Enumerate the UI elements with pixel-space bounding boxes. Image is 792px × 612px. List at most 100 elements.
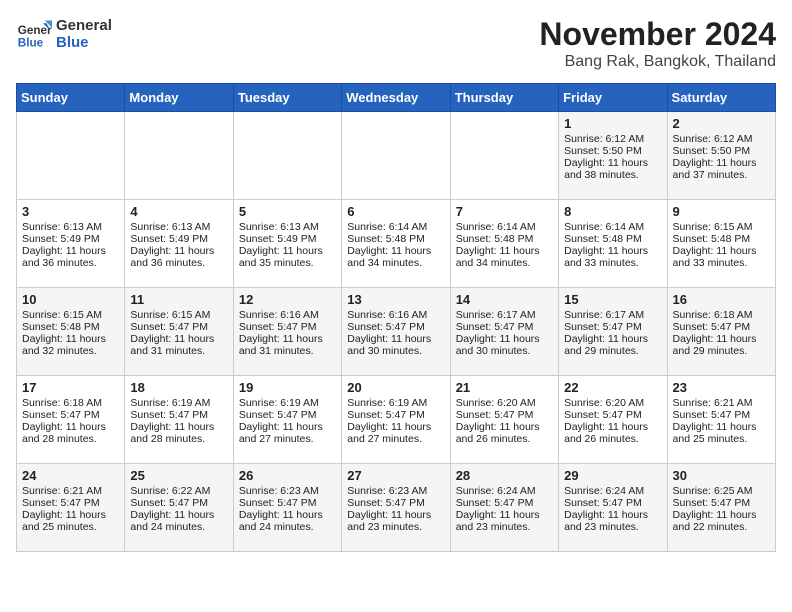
calendar-cell: 17Sunrise: 6:18 AMSunset: 5:47 PMDayligh…	[17, 376, 125, 464]
week-row-0: 1Sunrise: 6:12 AMSunset: 5:50 PMDaylight…	[17, 112, 776, 200]
cell-info: Sunset: 5:47 PM	[347, 409, 444, 421]
day-number: 20	[347, 380, 444, 395]
day-number: 19	[239, 380, 336, 395]
cell-info: Daylight: 11 hours and 24 minutes.	[130, 509, 227, 533]
cell-info: Sunrise: 6:21 AM	[673, 397, 770, 409]
calendar-cell	[342, 112, 450, 200]
cell-info: Sunrise: 6:14 AM	[347, 221, 444, 233]
header-cell-thursday: Thursday	[450, 84, 558, 112]
cell-info: Sunrise: 6:15 AM	[22, 309, 119, 321]
day-number: 2	[673, 116, 770, 131]
cell-info: Sunrise: 6:19 AM	[130, 397, 227, 409]
day-number: 5	[239, 204, 336, 219]
cell-info: Daylight: 11 hours and 28 minutes.	[130, 421, 227, 445]
cell-info: Sunrise: 6:15 AM	[130, 309, 227, 321]
calendar-cell: 24 Sunrise: 6:21 AMSunset: 5:47 PMDayligh…	[17, 464, 125, 552]
day-number: 17	[22, 380, 119, 395]
calendar-cell: 11Sunrise: 6:15 AMSunset: 5:47 PMDayligh…	[125, 288, 233, 376]
day-number: 22	[564, 380, 661, 395]
cell-info: Sunset: 5:47 PM	[239, 497, 336, 509]
cell-info: Sunset: 5:47 PM	[673, 409, 770, 421]
cell-info: Sunset: 5:47 PM	[239, 321, 336, 333]
calendar-cell: 9Sunrise: 6:15 AMSunset: 5:48 PMDaylight…	[667, 200, 775, 288]
week-row-4: 24Sunrise: 6:21 AMSunset: 5:47 PMDayligh…	[17, 464, 776, 552]
week-row-2: 10Sunrise: 6:15 AMSunset: 5:48 PMDayligh…	[17, 288, 776, 376]
calendar-cell: 8 Sunrise: 6:14 AMSunset: 5:48 PMDaylight…	[559, 200, 667, 288]
cell-info: Sunrise: 6:24 AM	[564, 485, 661, 497]
cell-info: Sunrise: 6:14 AM	[564, 221, 661, 233]
header-cell-monday: Monday	[125, 84, 233, 112]
calendar-cell: 13Sunrise: 6:16 AMSunset: 5:47 PMDayligh…	[342, 288, 450, 376]
calendar-cell: 2Sunrise: 6:12 AMSunset: 5:50 PMDaylight…	[667, 112, 775, 200]
cell-info: Daylight: 11 hours and 38 minutes.	[564, 157, 661, 181]
cell-info: Sunset: 5:47 PM	[347, 497, 444, 509]
calendar-cell: 1Sunrise: 6:12 AMSunset: 5:50 PMDaylight…	[559, 112, 667, 200]
calendar-cell	[450, 112, 558, 200]
cell-info: Sunset: 5:47 PM	[564, 497, 661, 509]
cell-info: Sunset: 5:48 PM	[564, 233, 661, 245]
cell-info: Daylight: 11 hours and 25 minutes.	[22, 509, 119, 533]
day-number: 4	[130, 204, 227, 219]
day-number: 12	[239, 292, 336, 307]
calendar-cell: 27Sunrise: 6:23 AMSunset: 5:47 PMDayligh…	[342, 464, 450, 552]
logo-line2: Blue	[56, 34, 112, 51]
cell-info: Sunset: 5:48 PM	[347, 233, 444, 245]
cell-info: Sunrise: 6:20 AM	[564, 397, 661, 409]
cell-info: Sunrise: 6:21 AM	[22, 485, 119, 497]
cell-info: Sunset: 5:47 PM	[22, 497, 119, 509]
calendar-cell: 12Sunrise: 6:16 AMSunset: 5:47 PMDayligh…	[233, 288, 341, 376]
cell-info: Sunrise: 6:20 AM	[456, 397, 553, 409]
day-number: 3	[22, 204, 119, 219]
day-number: 8	[564, 204, 661, 219]
calendar-cell: 22Sunrise: 6:20 AMSunset: 5:47 PMDayligh…	[559, 376, 667, 464]
cell-info: Daylight: 11 hours and 22 minutes.	[673, 509, 770, 533]
cell-info: Daylight: 11 hours and 26 minutes.	[456, 421, 553, 445]
day-number: 10	[22, 292, 119, 307]
calendar-cell: 25Sunrise: 6:22 AMSunset: 5:47 PMDayligh…	[125, 464, 233, 552]
cell-info: Daylight: 11 hours and 23 minutes.	[456, 509, 553, 533]
day-number: 27	[347, 468, 444, 483]
cell-info: Sunset: 5:50 PM	[673, 145, 770, 157]
day-number: 11	[130, 292, 227, 307]
cell-info: Sunset: 5:47 PM	[22, 409, 119, 421]
calendar-cell: 23Sunrise: 6:21 AMSunset: 5:47 PMDayligh…	[667, 376, 775, 464]
cell-info: Daylight: 11 hours and 30 minutes.	[456, 333, 553, 357]
cell-info: Sunrise: 6:13 AM	[239, 221, 336, 233]
cell-info: Daylight: 11 hours and 31 minutes.	[130, 333, 227, 357]
header: General Blue General Blue November 2024 …	[16, 16, 776, 71]
cell-info: Sunrise: 6:18 AM	[673, 309, 770, 321]
calendar-cell: 4Sunrise: 6:13 AMSunset: 5:49 PMDaylight…	[125, 200, 233, 288]
cell-info: Daylight: 11 hours and 32 minutes.	[22, 333, 119, 357]
cell-info: Sunset: 5:47 PM	[456, 409, 553, 421]
day-number: 7	[456, 204, 553, 219]
cell-info: Daylight: 11 hours and 23 minutes.	[564, 509, 661, 533]
cell-info: Sunrise: 6:12 AM	[564, 133, 661, 145]
cell-info: Sunset: 5:48 PM	[673, 233, 770, 245]
cell-info: Sunrise: 6:19 AM	[239, 397, 336, 409]
day-number: 30	[673, 468, 770, 483]
cell-info: Daylight: 11 hours and 34 minutes.	[347, 245, 444, 269]
calendar-cell: 30Sunrise: 6:25 AMSunset: 5:47 PMDayligh…	[667, 464, 775, 552]
day-number: 24	[22, 468, 119, 483]
calendar-cell: 18Sunrise: 6:19 AMSunset: 5:47 PMDayligh…	[125, 376, 233, 464]
cell-info: Sunrise: 6:14 AM	[456, 221, 553, 233]
cell-info: Sunset: 5:47 PM	[456, 321, 553, 333]
cell-info: Daylight: 11 hours and 34 minutes.	[456, 245, 553, 269]
day-number: 13	[347, 292, 444, 307]
cell-info: Daylight: 11 hours and 33 minutes.	[564, 245, 661, 269]
cell-info: Sunset: 5:48 PM	[456, 233, 553, 245]
calendar-cell	[17, 112, 125, 200]
day-number: 29	[564, 468, 661, 483]
cell-info: Daylight: 11 hours and 25 minutes.	[673, 421, 770, 445]
cell-info: Sunrise: 6:15 AM	[673, 221, 770, 233]
cell-info: Sunrise: 6:19 AM	[347, 397, 444, 409]
calendar-cell	[125, 112, 233, 200]
cell-info: Daylight: 11 hours and 28 minutes.	[22, 421, 119, 445]
week-row-1: 3Sunrise: 6:13 AMSunset: 5:49 PMDaylight…	[17, 200, 776, 288]
day-number: 28	[456, 468, 553, 483]
cell-info: Daylight: 11 hours and 27 minutes.	[239, 421, 336, 445]
cell-info: Sunset: 5:47 PM	[456, 497, 553, 509]
cell-info: Daylight: 11 hours and 36 minutes.	[130, 245, 227, 269]
cell-info: Daylight: 11 hours and 26 minutes.	[564, 421, 661, 445]
cell-info: Daylight: 11 hours and 24 minutes.	[239, 509, 336, 533]
